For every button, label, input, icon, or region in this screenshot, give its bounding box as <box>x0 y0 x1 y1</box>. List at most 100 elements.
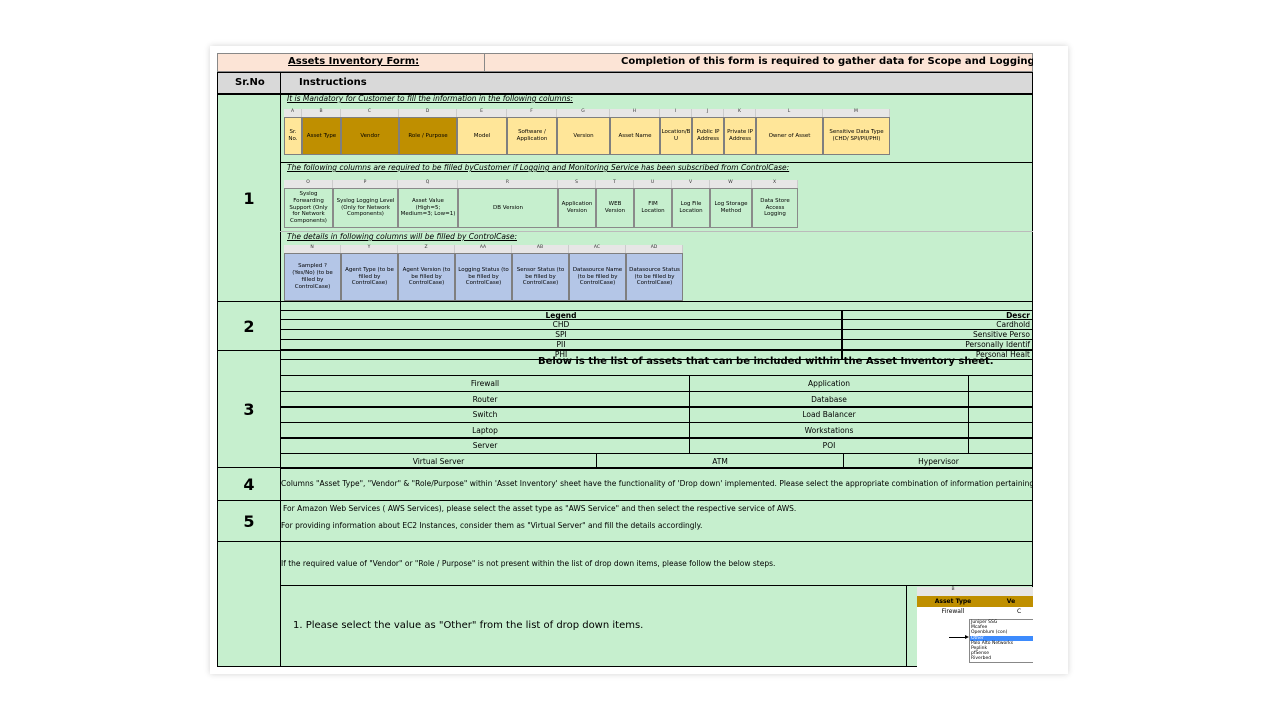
column-letter: E <box>457 109 507 117</box>
asset-type-item-empty <box>968 406 1033 423</box>
column-header-cell: WEB Version <box>596 188 634 228</box>
asset-type-item: Switch <box>280 406 690 423</box>
thumb-col-letter-2 <box>989 587 1033 596</box>
asset-type-item: Application <box>689 375 969 392</box>
column-letter: T <box>596 180 634 188</box>
column-letter: H <box>610 109 660 117</box>
thumb-value-2: C <box>1017 608 1022 615</box>
column-header-cell: Private IP Address <box>724 117 756 155</box>
column-letter: Q <box>398 180 458 188</box>
column-letter: R <box>458 180 558 188</box>
column-letter: S <box>558 180 596 188</box>
column-header-cell: Sr. No. <box>284 117 302 155</box>
column-letter: J <box>692 109 724 117</box>
column-letter: C <box>341 109 399 117</box>
dropdown-screenshot: B Asset Type Ve Firewall C Juniper SSG Mc… <box>917 587 1033 667</box>
column-header-cell: Log File Location <box>672 188 710 228</box>
column-letter: I <box>660 109 692 117</box>
column-letter: K <box>724 109 756 117</box>
dropdown-instruction: Columns "Asset Type", "Vendor" & "Role/P… <box>281 479 1033 488</box>
asset-type-item: Load Balancer <box>689 406 969 423</box>
row-number-1: 1 <box>217 94 281 302</box>
column-letter: X <box>752 180 798 188</box>
legend-item: SPI <box>280 330 842 340</box>
column-header-cell: Data Store Access Logging <box>752 188 798 228</box>
legend-description: Personally Identif <box>842 340 1033 350</box>
row-number-3: 3 <box>217 350 281 468</box>
column-header-cell: Location/B U <box>660 117 692 155</box>
asset-list-title: Below is the list of assets that can be … <box>538 356 994 367</box>
legend-description: Cardhold <box>842 320 1033 330</box>
asset-type-item-empty <box>968 375 1033 392</box>
row-number-2: 2 <box>217 301 281 351</box>
column-letter: D <box>399 109 457 117</box>
column-letter: AC <box>569 245 626 253</box>
column-header-cell: Public IP Address <box>692 117 724 155</box>
column-letter: O <box>284 180 333 188</box>
srno-header: Sr.No <box>235 77 265 88</box>
controlcase-note: The details in following columns will be… <box>287 232 517 241</box>
column-header-cell: Sensitive Data Type (CHD/ SPI/PII/PHI) <box>823 117 890 155</box>
column-header-cell: DB Version <box>458 188 558 228</box>
column-letter: F <box>507 109 557 117</box>
column-letter: B <box>302 109 341 117</box>
column-letter: G <box>557 109 610 117</box>
page-right-margin <box>1033 46 1068 674</box>
column-letter: M <box>823 109 890 117</box>
column-header-cell: Role / Purpose <box>399 117 457 155</box>
column-letter: AD <box>626 245 683 253</box>
column-header-cell: Datasource Name (to be filled by Control… <box>569 253 626 301</box>
column-letter: Z <box>398 245 455 253</box>
column-letter: V <box>672 180 710 188</box>
logging-note: The following columns are required to be… <box>287 163 790 172</box>
column-header-cell: Version <box>557 117 610 155</box>
asset-type-item: ATM <box>596 453 844 469</box>
column-letter: AB <box>512 245 569 253</box>
thumb-col-letter: B <box>917 587 989 596</box>
column-letter: P <box>333 180 398 188</box>
instructions-header-cell <box>280 72 1033 94</box>
row-number-6 <box>217 541 281 667</box>
column-header-cell: Software / Application <box>507 117 557 155</box>
form-subtitle: Completion of this form is required to g… <box>621 56 1033 67</box>
instructions-header: Instructions <box>299 77 367 88</box>
asset-type-item: POI <box>689 437 969 454</box>
column-header-cell: Asset Value (High=5; Medium=3; Low=1) <box>398 188 458 228</box>
column-header-cell: Sensor Status (to be filled by ControlCa… <box>512 253 569 301</box>
column-letter: W <box>710 180 752 188</box>
thumb-header-2: Ve <box>989 596 1033 607</box>
column-header-cell: FIM Location <box>634 188 672 228</box>
aws-instruction: For Amazon Web Services ( AWS Services),… <box>283 504 797 513</box>
dropdown-option: Riverbed <box>971 656 992 662</box>
asset-type-item-empty <box>968 437 1033 454</box>
header-divider <box>484 53 485 72</box>
column-header-cell: Application Version <box>558 188 596 228</box>
legend-item: PII <box>280 340 842 350</box>
mandatory-note: It is Mandatory for Customer to fill the… <box>287 94 573 103</box>
step-1-text: 1. Please select the value as "Other" fr… <box>293 620 644 631</box>
row-number-5: 5 <box>217 500 281 542</box>
column-header-cell: Sampled ? (Yes/No) (to be filled by Cont… <box>284 253 341 301</box>
asset-type-item: Server <box>280 437 690 454</box>
column-letter: AA <box>455 245 512 253</box>
sheet-content: Assets Inventory Form: Completion of thi… <box>217 53 1033 667</box>
form-title: Assets Inventory Form: <box>288 56 420 67</box>
column-header-cell: Syslog Forwarding Support (Only for Netw… <box>284 188 333 228</box>
column-header-cell: Owner of Asset <box>756 117 823 155</box>
column-header-cell: Asset Name <box>610 117 660 155</box>
column-letter: L <box>756 109 823 117</box>
column-letter: N <box>284 245 341 253</box>
thumb-value: Firewall <box>941 608 965 615</box>
column-header-cell: Datasource Status (to be filled by Contr… <box>626 253 683 301</box>
column-header-cell: Syslog Logging Level (Only for Network C… <box>333 188 398 228</box>
asset-type-item: Virtual Server <box>280 453 597 469</box>
description-header: Descr <box>842 310 1033 320</box>
thumb-header: Asset Type <box>917 596 989 607</box>
thumb-dropdown-list: Juniper SSG Mcafee Openblum (con) Other Palo… <box>969 619 1033 663</box>
column-header-cell: Agent Type (to be filled by ControlCase) <box>341 253 398 301</box>
asset-type-item: Hypervisor <box>843 453 1033 469</box>
legend-item: CHD <box>280 320 842 330</box>
spreadsheet-page: Assets Inventory Form: Completion of thi… <box>210 46 1068 674</box>
column-letter: U <box>634 180 672 188</box>
other-value-intro: If the required value of "Vendor" or "Ro… <box>281 559 776 568</box>
